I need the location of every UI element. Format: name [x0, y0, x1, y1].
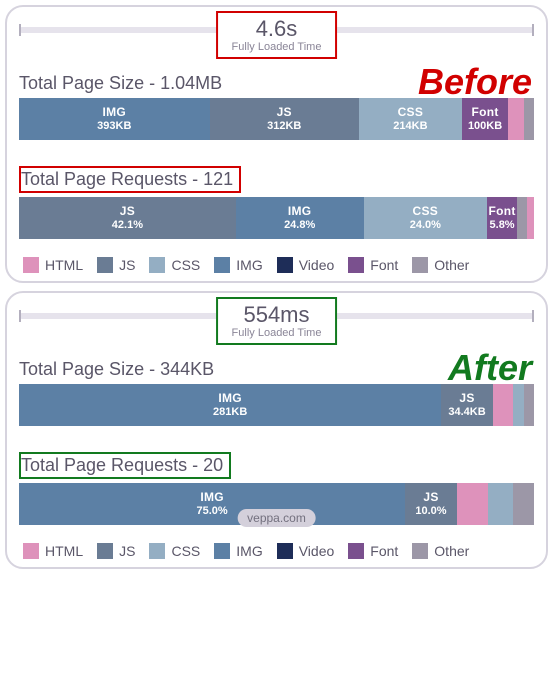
legend-label: HTML: [45, 257, 83, 273]
after-panel: 554ms Fully Loaded Time After Total Page…: [5, 291, 548, 569]
legend-label: IMG: [236, 257, 262, 273]
legend-label: Font: [370, 543, 398, 559]
before-panel: 4.6s Fully Loaded Time Before Total Page…: [5, 5, 548, 283]
legend-swatch: [97, 543, 113, 559]
legend-label: JS: [119, 257, 135, 273]
requests-bar-before: JS42.1%IMG24.8%CSS24.0%Font5.8%: [19, 197, 534, 239]
size-bar-after: IMG281KBJS34.4KB: [19, 384, 534, 426]
segment-other: [517, 197, 527, 239]
legend-label: CSS: [171, 543, 200, 559]
legend-swatch: [277, 543, 293, 559]
page-requests-title: Total Page Requests - 20: [19, 452, 231, 479]
load-time: 4.6s: [232, 17, 322, 41]
segment-html: [457, 483, 488, 525]
legend-item-img: IMG: [214, 257, 262, 273]
segment-css: CSS214KB: [359, 98, 462, 140]
segment-js: JS312KB: [210, 98, 359, 140]
legend-item-video: Video: [277, 543, 335, 559]
load-time-label: Fully Loaded Time: [232, 327, 322, 339]
segment-html: [508, 98, 523, 140]
legend-swatch: [149, 543, 165, 559]
timeline: 554ms Fully Loaded Time: [19, 313, 534, 319]
legend-label: Other: [434, 543, 469, 559]
after-tag: After: [448, 347, 532, 389]
legend-swatch: [23, 543, 39, 559]
legend-swatch: [277, 257, 293, 273]
legend-label: IMG: [236, 543, 262, 559]
legend-item-html: HTML: [23, 257, 83, 273]
legend-swatch: [412, 257, 428, 273]
legend-label: Video: [299, 257, 335, 273]
watermark: veppa.com: [237, 509, 316, 527]
page-requests-title: Total Page Requests - 121: [19, 166, 241, 193]
segment-img: IMG281KB: [19, 384, 441, 426]
legend-swatch: [97, 257, 113, 273]
legend-swatch: [348, 543, 364, 559]
segment-js: JS10.0%: [405, 483, 457, 525]
segment-css: [488, 483, 514, 525]
legend: HTML JS CSS IMG Video Font Other: [19, 543, 534, 559]
legend-item-font: Font: [348, 257, 398, 273]
segment-font: Font5.8%: [487, 197, 517, 239]
legend-swatch: [348, 257, 364, 273]
before-tag: Before: [418, 61, 532, 103]
segment-img: IMG393KB: [19, 98, 210, 140]
legend-label: HTML: [45, 543, 83, 559]
legend-item-font: Font: [348, 543, 398, 559]
legend-item-img: IMG: [214, 543, 262, 559]
segment-img: IMG75.0%: [19, 483, 405, 525]
legend-label: CSS: [171, 257, 200, 273]
legend-item-css: CSS: [149, 543, 200, 559]
segment-other: [513, 483, 534, 525]
segment-js: JS42.1%: [19, 197, 236, 239]
legend-label: JS: [119, 543, 135, 559]
segment-css: CSS24.0%: [364, 197, 488, 239]
legend-label: Other: [434, 257, 469, 273]
segment-js: JS34.4KB: [441, 384, 493, 426]
segment-html: [493, 384, 514, 426]
segment-html: [527, 197, 534, 239]
legend-label: Font: [370, 257, 398, 273]
legend-item-other: Other: [412, 543, 469, 559]
segment-other: [524, 384, 534, 426]
legend-label: Video: [299, 543, 335, 559]
legend-item-other: Other: [412, 257, 469, 273]
segment-font: Font100KB: [462, 98, 508, 140]
legend-item-html: HTML: [23, 543, 83, 559]
legend-item-js: JS: [97, 257, 135, 273]
load-time: 554ms: [232, 303, 322, 327]
legend-swatch: [149, 257, 165, 273]
segment-other: [524, 98, 534, 140]
legend: HTML JS CSS IMG Video Font Other: [19, 257, 534, 273]
legend-item-css: CSS: [149, 257, 200, 273]
segment-css: [513, 384, 523, 426]
size-bar-before: IMG393KBJS312KBCSS214KBFont100KB: [19, 98, 534, 140]
load-time-label: Fully Loaded Time: [232, 41, 322, 53]
timeline: 4.6s Fully Loaded Time: [19, 27, 534, 33]
load-time-box: 554ms Fully Loaded Time: [216, 297, 338, 345]
segment-img: IMG24.8%: [236, 197, 364, 239]
legend-swatch: [214, 543, 230, 559]
legend-item-video: Video: [277, 257, 335, 273]
legend-swatch: [214, 257, 230, 273]
legend-swatch: [412, 543, 428, 559]
load-time-box: 4.6s Fully Loaded Time: [216, 11, 338, 59]
legend-item-js: JS: [97, 543, 135, 559]
legend-swatch: [23, 257, 39, 273]
